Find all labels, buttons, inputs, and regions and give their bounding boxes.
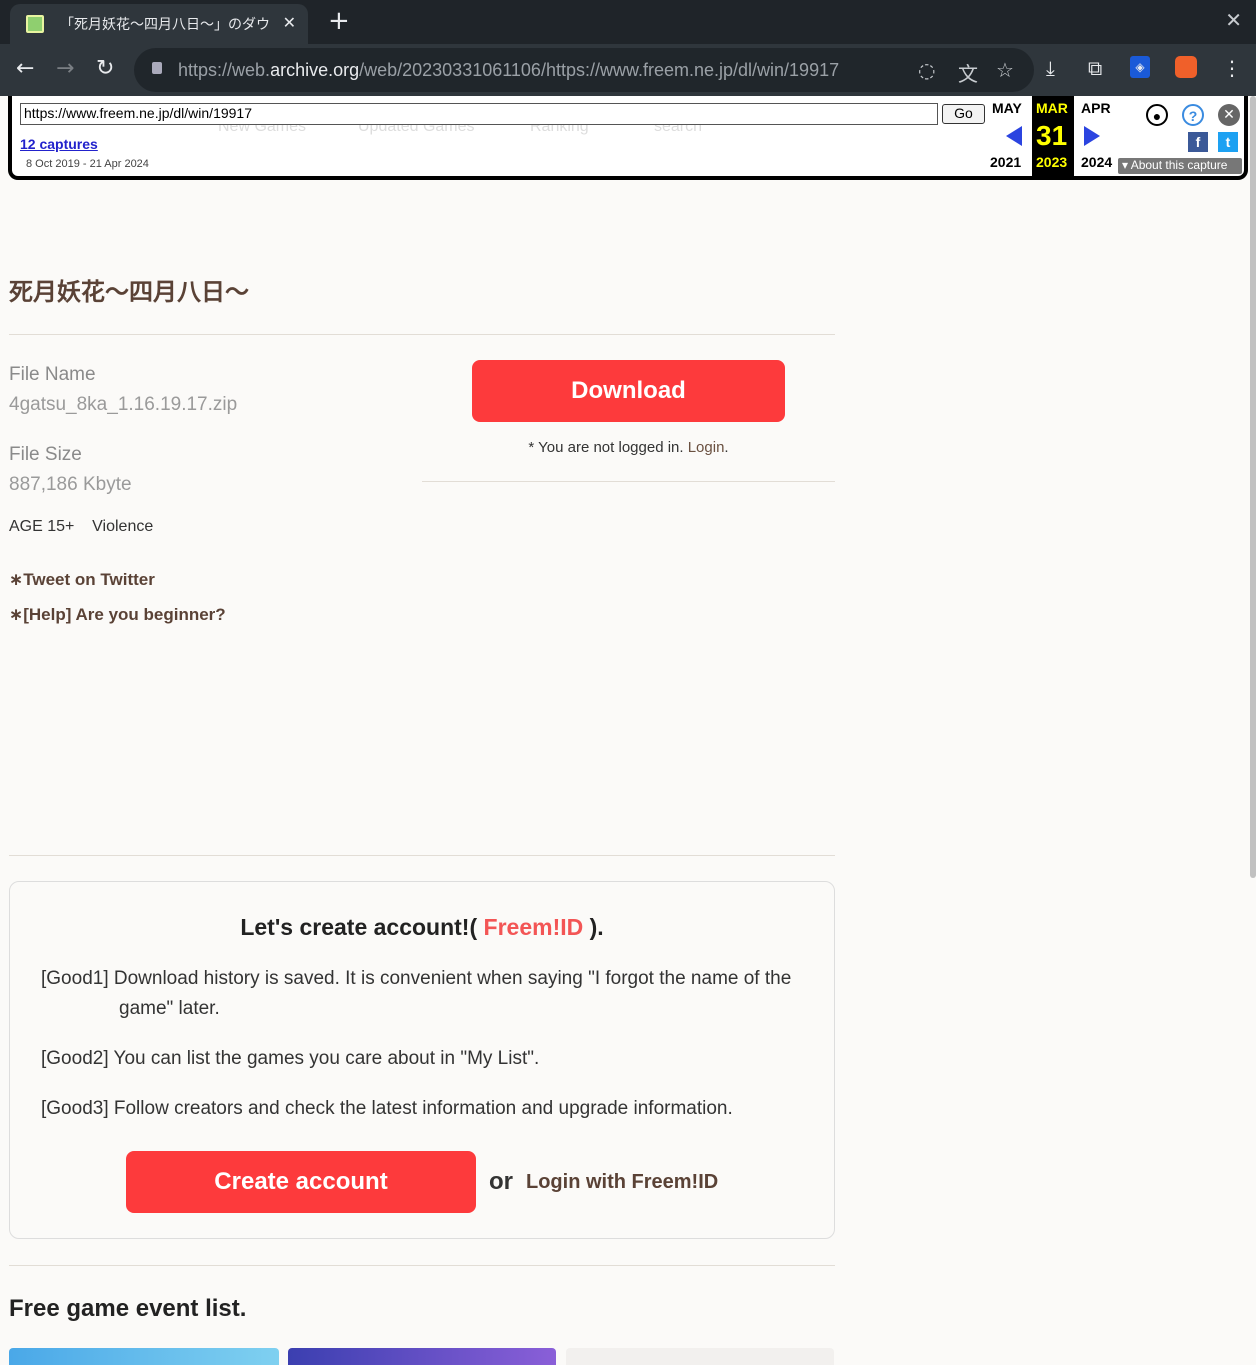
or-separator: or [489, 1168, 513, 1195]
prev-capture-arrow-icon[interactable] [1006, 126, 1022, 146]
extension-orange-icon[interactable] [1175, 56, 1197, 78]
notice-period: . [724, 439, 729, 456]
next-capture-arrow-icon[interactable] [1084, 126, 1100, 146]
content-tag: Violence [92, 518, 154, 535]
not-logged-text: * You are not logged in. [528, 439, 688, 456]
benefit-item: [Good1] Download history is saved. It is… [41, 968, 792, 1019]
help-beginner-link[interactable]: ∗[Help] Are you beginner? [9, 605, 226, 625]
game-title: 死月妖花〜四月八日〜 [9, 279, 249, 306]
forward-icon[interactable]: → [56, 56, 74, 81]
tab-close-icon[interactable]: ✕ [283, 13, 296, 33]
event-thumbnail[interactable] [288, 1348, 556, 1365]
translate-icon[interactable]: 文 [958, 58, 978, 87]
next-month[interactable]: APR [1081, 100, 1111, 116]
site-favicon-icon [26, 15, 44, 33]
current-year: 2023 [1036, 154, 1068, 170]
page-scrollbar[interactable] [1250, 96, 1256, 878]
bitwarden-icon[interactable]: ◈ [1130, 56, 1150, 78]
create-account-heading: Let's create account!( Freem!ID ). [10, 914, 834, 941]
age-label: AGE 15+ [9, 518, 75, 535]
about-capture-label: About this capture [1130, 158, 1228, 172]
bookmark-star-icon[interactable]: ☆ [996, 58, 1014, 82]
event-list-heading: Free game event list. [9, 1295, 247, 1322]
divider [422, 481, 835, 482]
about-capture-button[interactable]: ▾ About this capture [1118, 158, 1242, 174]
heading-text-end: ). [583, 914, 604, 940]
divider [9, 1265, 835, 1266]
download-button[interactable]: Download [472, 360, 785, 422]
file-name-label: File Name [9, 364, 96, 385]
file-name-value: 4gatsu_8ka_1.16.19.17.zip [9, 394, 238, 415]
not-logged-in-notice: * You are not logged in. Login. [422, 439, 835, 456]
new-tab-icon[interactable]: + [328, 6, 350, 36]
extensions-icon[interactable]: ⧉ [1088, 56, 1102, 80]
lock-icon [152, 62, 162, 74]
back-icon[interactable]: ← [16, 56, 34, 81]
wayback-go-button[interactable]: Go [942, 104, 985, 124]
reload-icon[interactable]: ↻ [96, 56, 114, 81]
current-day: 31 [1036, 120, 1068, 151]
eye-off-icon[interactable]: ◌ [918, 58, 935, 82]
next-year[interactable]: 2024 [1081, 154, 1112, 170]
create-account-box: Let's create account!( Freem!ID ). [Good… [9, 881, 835, 1239]
age-rating: AGE 15+ Violence [9, 518, 153, 536]
login-freemid-link[interactable]: Login with Freem!ID [526, 1171, 718, 1194]
benefit-item: [Good2] You can list the games you care … [41, 1048, 540, 1069]
heading-text: Let's create account!( [240, 914, 484, 940]
browser-toolbar: ← → ↻ https://web.archive.org/web/202303… [0, 44, 1256, 96]
benefit-item: [Good3] Follow creators and check the la… [41, 1098, 733, 1119]
current-capture-date: MAR 31 2023 [1032, 96, 1074, 176]
tweet-link[interactable]: ∗Tweet on Twitter [9, 570, 155, 590]
divider [9, 855, 835, 856]
captures-range: 8 Oct 2019 - 21 Apr 2024 [26, 158, 149, 170]
create-account-button[interactable]: Create account [126, 1151, 476, 1213]
address-bar[interactable]: https://web.archive.org/web/202303310611… [134, 48, 1034, 92]
captures-link[interactable]: 12 captures [20, 136, 98, 152]
window-close-icon[interactable]: ✕ [1225, 8, 1242, 32]
prev-month[interactable]: MAY [992, 100, 1022, 116]
twitter-icon[interactable]: t [1218, 132, 1238, 152]
event-thumbnail[interactable] [9, 1348, 279, 1365]
menu-kebab-icon[interactable]: ⋮ [1222, 56, 1242, 80]
help-icon[interactable]: ? [1182, 104, 1204, 126]
file-size-label: File Size [9, 444, 82, 465]
wayback-toolbar: New Games Updated Games Ranking search h… [8, 96, 1248, 180]
user-account-icon[interactable]: ● [1146, 104, 1168, 126]
tab-bar: 「死月妖花〜四月八日〜」のダウ ✕ + ✕ [0, 0, 1256, 44]
current-month: MAR [1036, 100, 1068, 116]
address-url[interactable]: https://web.archive.org/web/202303310611… [178, 60, 839, 81]
close-wayback-icon[interactable]: ✕ [1218, 104, 1240, 126]
divider [9, 334, 835, 335]
file-size-value: 887,186 Kbyte [9, 474, 132, 495]
facebook-icon[interactable]: f [1188, 132, 1208, 152]
active-tab[interactable]: 「死月妖花〜四月八日〜」のダウ ✕ [10, 4, 308, 44]
prev-year[interactable]: 2021 [990, 154, 1021, 170]
download-icon[interactable]: ⤓ [1046, 56, 1055, 80]
event-thumbnail[interactable] [566, 1348, 834, 1365]
tab-title: 「死月妖花〜四月八日〜」のダウ [60, 16, 270, 32]
login-link[interactable]: Login [688, 439, 725, 456]
freem-id-text: Freem!ID [483, 914, 584, 940]
wayback-url-input[interactable]: https://www.freem.ne.jp/dl/win/19917 [20, 103, 938, 125]
